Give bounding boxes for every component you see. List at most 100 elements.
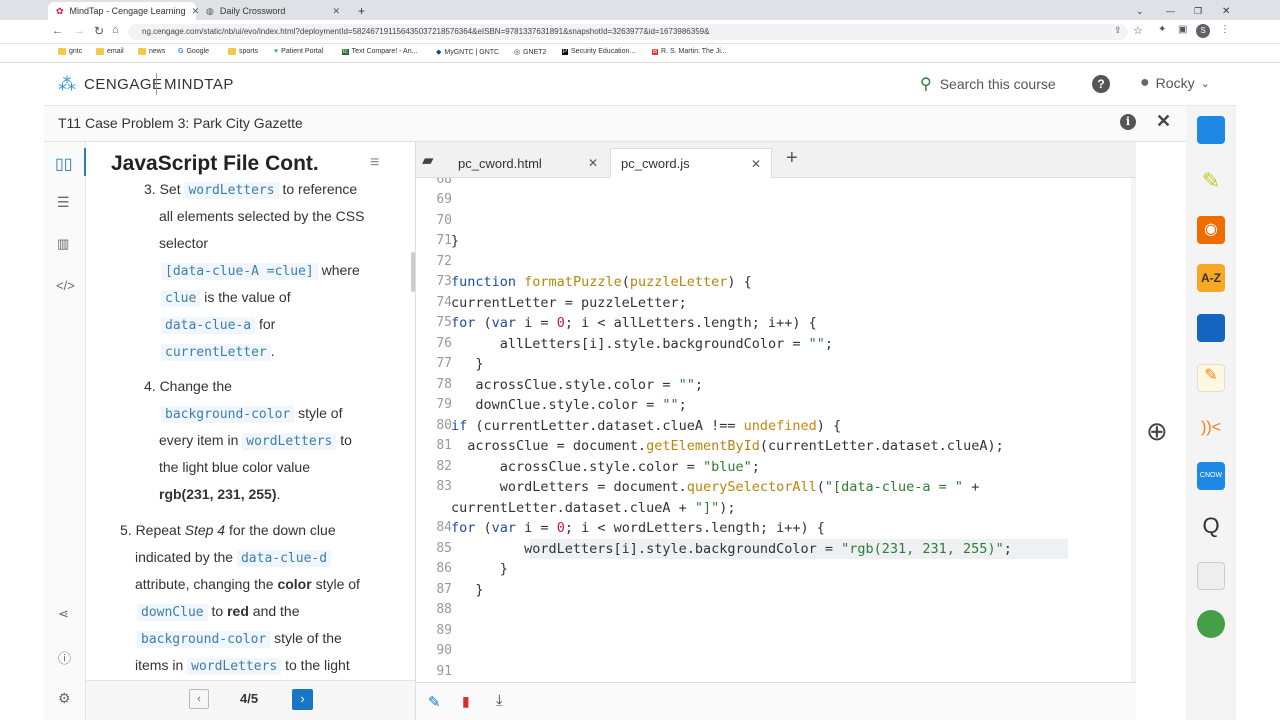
glossary-az-icon[interactable]: A-Z bbox=[1197, 264, 1225, 292]
line-number: 73 bbox=[436, 274, 452, 289]
user-menu[interactable]: ● Rocky ⌄ bbox=[1140, 74, 1210, 92]
browser-tab-crossword[interactable]: ◍ Daily Crossword ✕ bbox=[198, 2, 348, 20]
star-icon[interactable]: ☆ bbox=[1133, 24, 1143, 37]
share-icon[interactable]: ⋖ bbox=[58, 606, 69, 622]
gnet-icon: ◎ bbox=[514, 49, 521, 56]
line-number: 90 bbox=[436, 643, 452, 658]
instructions-panel: JavaScript File Cont. ≡ 3. Set wordLette… bbox=[86, 142, 416, 720]
tab-pc-cword-html[interactable]: pc_cword.html ✕ bbox=[448, 148, 608, 178]
rss-icon[interactable]: ◉ bbox=[1197, 216, 1225, 244]
bookmark-item[interactable]: B R. S. Martin: The Ji... bbox=[652, 48, 727, 55]
briefcase-icon[interactable] bbox=[1197, 116, 1225, 144]
menu-icon[interactable]: ⋮ bbox=[1220, 24, 1230, 35]
close-activity-icon[interactable]: ✕ bbox=[1156, 111, 1171, 132]
chart-icon[interactable]: ▥ bbox=[57, 236, 69, 252]
line-number: 76 bbox=[436, 336, 452, 351]
share-icon[interactable]: ⇪ bbox=[1114, 25, 1122, 36]
bookmarks-bar: gntc email news G Google sports ♥ Patient … bbox=[0, 44, 1280, 63]
profile-avatar[interactable]: S bbox=[1196, 24, 1210, 38]
flashcards-icon[interactable] bbox=[1197, 562, 1225, 590]
code-line-71: } bbox=[451, 233, 460, 249]
bookmark-item[interactable]: tc Text Compare! - An... bbox=[342, 48, 417, 55]
prev-page-button[interactable]: ‹ bbox=[189, 689, 209, 709]
search-course-button[interactable]: ⚲ Search this course bbox=[920, 74, 1056, 94]
close-tab-icon[interactable]: ✕ bbox=[751, 157, 761, 171]
extensions-icon[interactable]: ✦ bbox=[1158, 24, 1166, 35]
close-tab-icon[interactable]: ✕ bbox=[588, 156, 598, 170]
code-line-77: } bbox=[451, 356, 484, 372]
line-number: 72 bbox=[436, 254, 452, 269]
highlighter-icon[interactable]: ✎ bbox=[1197, 168, 1225, 196]
step-4-line-2: background-color style of bbox=[161, 400, 342, 428]
bookmark-item[interactable]: G Google bbox=[178, 48, 209, 55]
quiz-icon[interactable]: Q bbox=[1197, 512, 1225, 540]
forward-icon[interactable]: → bbox=[74, 25, 85, 37]
line-number: 82 bbox=[436, 459, 452, 474]
line-number: 83 bbox=[436, 479, 452, 494]
address-bar-row: ← → ↻ ⌂ ng.cengage.com/static/nb/ui/evo/… bbox=[0, 20, 1280, 44]
window-close-icon[interactable]: ✕ bbox=[1214, 2, 1238, 20]
ebook-icon[interactable] bbox=[1197, 314, 1225, 342]
code-line-82: acrossClue.style.color = "blue"; bbox=[451, 459, 760, 475]
folder-icon[interactable]: ▰ bbox=[422, 151, 434, 169]
url-input[interactable]: ng.cengage.com/static/nb/ui/evo/index.ht… bbox=[128, 24, 1128, 40]
hamburger-menu-icon[interactable]: ≡ bbox=[370, 154, 379, 172]
code-line-87: } bbox=[451, 582, 484, 598]
step-4-line-5: rgb(231, 231, 255). bbox=[159, 486, 281, 502]
chevron-down-icon: ⌄ bbox=[1200, 77, 1210, 90]
reload-icon[interactable]: ↻ bbox=[94, 24, 104, 38]
add-file-button[interactable]: + bbox=[786, 147, 798, 170]
scrollbar-thumb[interactable] bbox=[411, 252, 415, 292]
code-line-74: currentLetter = puzzleLetter; bbox=[451, 295, 687, 311]
trash-icon[interactable]: ▮ bbox=[462, 693, 470, 710]
download-icon[interactable]: ⤓ bbox=[496, 692, 503, 709]
book-icon[interactable]: ▯▯ bbox=[55, 154, 73, 174]
globe-icon[interactable]: ⊕ bbox=[1146, 416, 1168, 447]
bookmark-item[interactable]: ◆ MyGNTC | GNTC bbox=[436, 48, 499, 57]
bookmark-item[interactable]: ◎ GNET2 bbox=[514, 48, 546, 57]
notes-icon[interactable]: ✎ bbox=[1197, 364, 1225, 392]
bookmark-item[interactable]: ♥ Patient Portal bbox=[274, 48, 323, 55]
checklist-icon[interactable]: ☰ bbox=[57, 194, 70, 211]
bookmark-item[interactable]: news bbox=[138, 48, 165, 55]
cnow-icon[interactable]: CNOW bbox=[1197, 462, 1225, 490]
line-number: 69 bbox=[436, 192, 452, 207]
bookmark-item[interactable]: P Security Education... bbox=[562, 48, 635, 55]
home-icon[interactable]: ⌂ bbox=[112, 24, 119, 36]
reader-rail: ▯▯ ☰ ▥ </> ⋖ ⓘ ⚙ bbox=[44, 142, 86, 720]
close-tab-icon[interactable]: ✕ bbox=[332, 6, 340, 17]
audio-icon[interactable]: ))< bbox=[1197, 414, 1225, 442]
bookmark-item[interactable]: email bbox=[96, 48, 124, 55]
cengage-logo-icon: ⁂ bbox=[58, 74, 76, 94]
help-icon[interactable]: ? bbox=[1092, 75, 1110, 93]
tab-search-icon[interactable]: ⌄ bbox=[1128, 2, 1152, 20]
line-number: 71 bbox=[436, 233, 452, 248]
code-line-85: wordLetters[i].style.backgroundColor = "… bbox=[451, 541, 1012, 557]
code-editor[interactable]: 68 69 70 71 72 73 74 75 76 77 78 79 80 81 82 83 84 85 86 87… bbox=[416, 178, 1136, 682]
code-line-81: acrossClue = document.getElementById(cur… bbox=[451, 438, 1004, 454]
line-number: 79 bbox=[436, 397, 452, 412]
code-line-83-wrap: currentLetter.dataset.clueA + "]"); bbox=[451, 500, 736, 516]
folder-icon bbox=[228, 48, 236, 55]
code-icon[interactable]: </> bbox=[56, 278, 75, 293]
new-tab-button[interactable]: + bbox=[350, 2, 373, 20]
step-3-line-2: all elements selected by the CSS bbox=[159, 208, 365, 224]
back-icon[interactable]: ← bbox=[52, 25, 63, 37]
profile-app-icon[interactable] bbox=[1197, 610, 1225, 638]
blog-icon: B bbox=[652, 48, 659, 55]
bookmark-item[interactable]: gntc bbox=[58, 48, 82, 55]
minimize-icon[interactable]: — bbox=[1158, 2, 1183, 20]
info-icon[interactable]: i bbox=[1120, 114, 1136, 130]
folder-icon bbox=[58, 48, 66, 55]
pencil-icon[interactable]: ✎ bbox=[428, 693, 441, 711]
step-5-line-4: downClue to red and the bbox=[137, 598, 300, 626]
tab-pc-cword-js[interactable]: pc_cword.js ✕ bbox=[610, 148, 772, 178]
next-page-button[interactable]: › bbox=[292, 689, 313, 710]
line-number: 89 bbox=[436, 623, 452, 638]
bookmark-item[interactable]: sports bbox=[228, 48, 258, 55]
sidebar-icon[interactable]: ▣ bbox=[1178, 24, 1187, 35]
settings-gear-icon[interactable]: ⚙ bbox=[58, 690, 71, 707]
browser-tab-mindtap[interactable]: ✿ MindTap - Cengage Learning ✕ bbox=[48, 2, 199, 20]
maximize-icon[interactable]: ❐ bbox=[1186, 2, 1210, 20]
help-circle-icon[interactable]: ⓘ bbox=[58, 648, 71, 667]
